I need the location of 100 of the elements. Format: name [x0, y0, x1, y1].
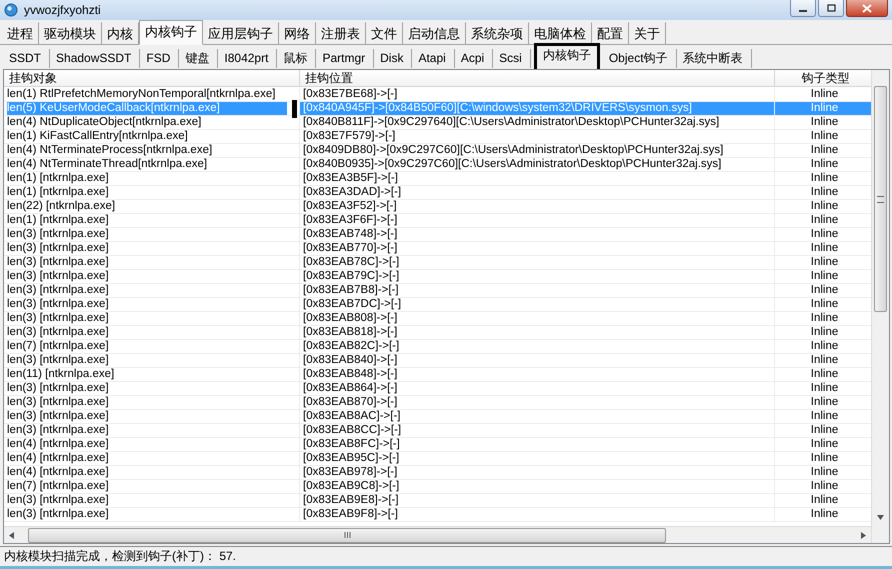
- table-row[interactable]: len(4) NtTerminateThread[ntkrnlpa.exe] [0x840B0935]->[0x9C297C60][C:\Users\Administrator\Desktop\PCHunter32aj.sys] Inline: [4, 158, 871, 172]
- table-row[interactable]: len(3) [ntkrnlpa.exe] [0x83EAB9E8]->[-] Inline: [4, 494, 871, 508]
- scroll-right-icon[interactable]: [860, 532, 866, 538]
- table-cell: Inline: [810, 214, 838, 227]
- table-row[interactable]: len(1) [ntkrnlpa.exe] [0x83EA3DAD]->[-] Inline: [4, 186, 871, 200]
- sub-tab[interactable]: ShadowSSDT: [50, 48, 140, 68]
- table-row[interactable]: len(3) [ntkrnlpa.exe] [0x83EAB8AC]->[-] Inline: [4, 410, 871, 424]
- close-icon: [862, 4, 872, 12]
- table-row[interactable]: len(11) [ntkrnlpa.exe] [0x83EAB848]->[-] Inline: [4, 368, 871, 382]
- table-cell: Inline: [810, 116, 838, 129]
- sub-tab[interactable]: Atapi: [412, 48, 455, 68]
- table-row[interactable]: len(3) [ntkrnlpa.exe] [0x83EAB9F8]->[-] Inline: [4, 508, 871, 522]
- table-row[interactable]: len(1) [ntkrnlpa.exe] [0x83EA3F6F]->[-] Inline: [4, 214, 871, 228]
- table-row[interactable]: len(3) [ntkrnlpa.exe] [0x83EAB770]->[-] Inline: [4, 242, 871, 256]
- table-cell: [0x840A945F]->[0x84B50F60][C:\windows\system32\DRIVERS\sysmon.sys]: [303, 102, 692, 115]
- sub-tab[interactable]: Disk: [374, 48, 412, 68]
- tab[interactable]: 内核钩子: [139, 20, 203, 45]
- table-row[interactable]: len(4) [ntkrnlpa.exe] [0x83EAB95C]->[-] Inline: [4, 452, 871, 466]
- table-row[interactable]: len(3) [ntkrnlpa.exe] [0x83EAB870]->[-] Inline: [4, 396, 871, 410]
- vertical-scrollbar[interactable]: [871, 70, 889, 543]
- tab[interactable]: 进程: [2, 22, 39, 44]
- table-row[interactable]: len(4) [ntkrnlpa.exe] [0x83EAB8FC]->[-] Inline: [4, 438, 871, 452]
- table-row[interactable]: len(22) [ntkrnlpa.exe] [0x83EA3F52]->[-] Inline: [4, 200, 871, 214]
- table-row[interactable]: len(3) [ntkrnlpa.exe] [0x83EAB7B8]->[-] Inline: [4, 284, 871, 298]
- table-cell: [0x83EAB79C]->[-]: [303, 270, 400, 283]
- table-cell: len(3) [ntkrnlpa.exe]: [7, 228, 109, 241]
- table-row[interactable]: len(7) [ntkrnlpa.exe] [0x83EAB9C8]->[-] Inline: [4, 480, 871, 494]
- table-cell: len(1) RtlPrefetchMemoryNonTemporal[ntkrnlpa.exe]: [7, 88, 276, 101]
- table-cell: [0x83EA3F52]->[-]: [303, 200, 397, 213]
- table-row[interactable]: len(1) KiFastCallEntry[ntkrnlpa.exe] [0x83E7F579]->[-] Inline: [4, 130, 871, 144]
- scroll-down-icon[interactable]: [877, 515, 884, 520]
- table-row[interactable]: len(3) [ntkrnlpa.exe] [0x83EAB78C]->[-] Inline: [4, 256, 871, 270]
- minimize-button[interactable]: [790, 0, 816, 17]
- table-cell: [0x83E7F579]->[-]: [303, 130, 396, 143]
- table-cell: len(4) NtTerminateThread[ntkrnlpa.exe]: [7, 158, 208, 171]
- table-row[interactable]: len(3) [ntkrnlpa.exe] [0x83EAB818]->[-] Inline: [4, 326, 871, 340]
- table-cell: len(4) NtDuplicateObject[ntkrnlpa.exe]: [7, 116, 202, 129]
- table-row[interactable]: len(4) [ntkrnlpa.exe] [0x83EAB978]->[-] Inline: [4, 466, 871, 480]
- sub-tab[interactable]: Acpi: [454, 48, 494, 68]
- tab[interactable]: 电脑体检: [529, 22, 592, 44]
- sub-tab[interactable]: I8042prt: [218, 48, 278, 68]
- sub-tab[interactable]: Object钩子: [602, 48, 677, 68]
- focus-marker: [292, 100, 297, 118]
- sub-tab[interactable]: SSDT: [3, 48, 50, 68]
- table-cell: [0x83EAB8CC]->[-]: [303, 424, 402, 437]
- tab[interactable]: 配置: [592, 22, 629, 44]
- sub-tab[interactable]: FSD: [140, 48, 180, 68]
- table-row[interactable]: len(7) [ntkrnlpa.exe] [0x83EAB82C]->[-] Inline: [4, 340, 871, 354]
- horizontal-scrollbar[interactable]: [4, 526, 871, 543]
- table-row[interactable]: len(1) [ntkrnlpa.exe] [0x83EA3B5F]->[-] Inline: [4, 172, 871, 186]
- sub-tab[interactable]: Scsi: [493, 48, 531, 68]
- table-row[interactable]: len(3) [ntkrnlpa.exe] [0x83EAB840]->[-] Inline: [4, 354, 871, 368]
- table-cell: [0x83EAB978]->[-]: [303, 466, 398, 479]
- table-row[interactable]: len(4) NtTerminateProcess[ntkrnlpa.exe] [0x8409DB80]->[0x9C297C60][C:\Users\Administrator\Desktop\PCHunter32aj.sys] Inline: [4, 144, 871, 158]
- table-row[interactable]: len(3) [ntkrnlpa.exe] [0x83EAB79C]->[-] Inline: [4, 270, 871, 284]
- tab[interactable]: 启动信息: [403, 22, 466, 44]
- table-row[interactable]: len(3) [ntkrnlpa.exe] [0x83EAB7DC]->[-] Inline: [4, 298, 871, 312]
- table-cell: [0x83EAB9C8]->[-]: [303, 480, 400, 493]
- tab[interactable]: 系统杂项: [466, 22, 529, 44]
- table-cell: [0x83EA3F6F]->[-]: [303, 214, 398, 227]
- tab[interactable]: 文件: [366, 22, 403, 44]
- table-cell: Inline: [810, 424, 838, 437]
- table-cell: [0x8409DB80]->[0x9C297C60][C:\Users\Administrator\Desktop\PCHunter32aj.sys]: [303, 144, 724, 157]
- column-header[interactable]: 挂钩对象: [4, 70, 300, 86]
- tab[interactable]: 关于: [629, 22, 666, 44]
- column-header[interactable]: 挂钩位置: [300, 70, 775, 86]
- table-cell: len(22) [ntkrnlpa.exe]: [7, 200, 116, 213]
- table-cell: len(7) [ntkrnlpa.exe]: [7, 340, 109, 353]
- table-cell: Inline: [810, 256, 838, 269]
- table-cell: Inline: [810, 508, 838, 521]
- table-row[interactable]: len(3) [ntkrnlpa.exe] [0x83EAB748]->[-] Inline: [4, 228, 871, 242]
- sub-tab[interactable]: 系统中断表: [676, 48, 752, 68]
- table-cell: [0x83EAB9E8]->[-]: [303, 494, 399, 507]
- scroll-left-icon[interactable]: [9, 532, 15, 538]
- table-cell: Inline: [810, 228, 838, 241]
- minimize-icon: [799, 10, 807, 12]
- table-cell: Inline: [810, 284, 838, 297]
- sub-tab[interactable]: Partmgr: [316, 48, 374, 68]
- table-cell: Inline: [810, 200, 838, 213]
- table-row[interactable]: len(3) [ntkrnlpa.exe] [0x83EAB864]->[-] Inline: [4, 382, 871, 396]
- tab[interactable]: 应用层钩子: [203, 22, 279, 44]
- table-cell: Inline: [810, 382, 838, 395]
- close-button[interactable]: [846, 0, 888, 17]
- table-row[interactable]: len(3) [ntkrnlpa.exe] [0x83EAB808]->[-] Inline: [4, 312, 871, 326]
- table-cell: Inline: [810, 186, 838, 199]
- sub-tab[interactable]: 鼠标: [277, 48, 316, 68]
- sub-tab[interactable]: 键盘: [179, 48, 218, 68]
- tab[interactable]: 驱动模块: [39, 22, 102, 44]
- table-row[interactable]: len(4) NtDuplicateObject[ntkrnlpa.exe] [0x840B811F]->[0x9C297640][C:\Users\Administrator\Desktop\PCHunter32aj.sys] Inline: [4, 116, 871, 130]
- tab[interactable]: 网络: [279, 22, 316, 44]
- table-row[interactable]: len(3) [ntkrnlpa.exe] [0x83EAB8CC]->[-] Inline: [4, 424, 871, 438]
- window-title: yvwozjfxyohzti: [24, 3, 101, 17]
- table-cell: Inline: [810, 242, 838, 255]
- table-cell: Inline: [810, 466, 838, 479]
- table-cell: len(3) [ntkrnlpa.exe]: [7, 494, 109, 507]
- tab[interactable]: 注册表: [316, 22, 366, 44]
- maximize-button[interactable]: [818, 0, 844, 17]
- table-cell: [0x83EAB8AC]->[-]: [303, 410, 400, 423]
- table-cell: [0x83EA3B5F]->[-]: [303, 172, 398, 185]
- table-cell: Inline: [810, 410, 838, 423]
